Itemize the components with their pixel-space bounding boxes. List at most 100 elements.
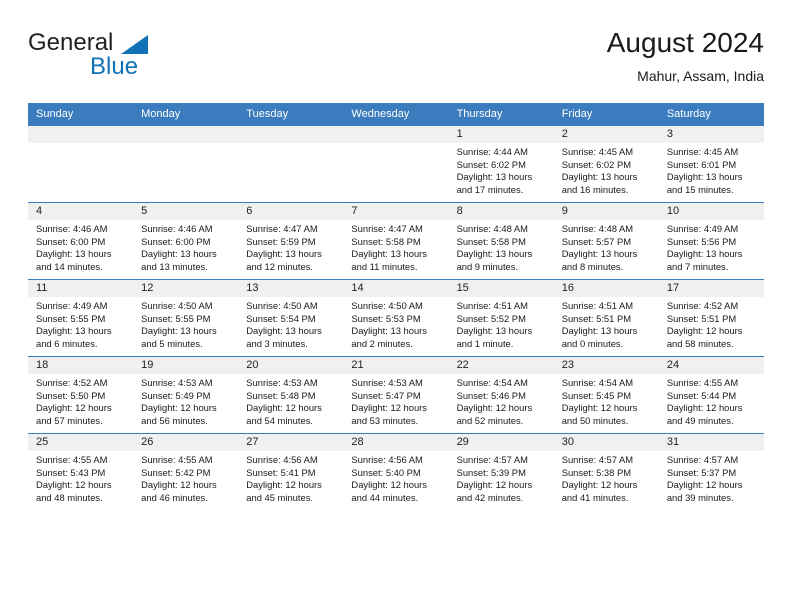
sunrise-text: Sunrise: 4:46 AM [36,223,108,234]
daylight-text-line1: Daylight: 13 hours [456,248,533,260]
calendar-day-cell[interactable]: 3 Sunrise: 4:45 AM Sunset: 6:01 PM Daylight… [658,126,764,202]
calendar-day-cell[interactable]: 12 Sunrise: 4:50 AM Sunset: 5:55 PM Dayligh… [133,280,239,356]
calendar-day-cell[interactable]: 31 Sunrise: 4:57 AM Sunset: 5:37 PM Dayligh… [658,434,764,510]
daylight-text-line1: Daylight: 12 hours [666,402,743,414]
day-sun-info: Sunrise: 4:52 AM Sunset: 5:51 PM Daylight:… [659,297,764,350]
calendar-day-cell[interactable]: 9 Sunrise: 4:48 AM Sunset: 5:57 PM Daylight… [553,203,659,279]
sunrise-text: Sunrise: 4:56 AM [246,454,318,465]
calendar-day-cell[interactable]: 27 Sunrise: 4:56 AM Sunset: 5:41 PM Dayligh… [238,434,344,510]
sunset-text: Sunset: 5:58 PM [456,235,526,247]
calendar-day-cell[interactable]: 22 Sunrise: 4:54 AM Sunset: 5:46 PM Dayligh… [448,357,554,433]
day-sun-info: Sunrise: 4:57 AM Sunset: 5:39 PM Daylight:… [449,451,554,504]
sunrise-text: Sunrise: 4:51 AM [561,300,634,311]
day-number: 20 [238,357,344,374]
sunrise-text: Sunrise: 4:57 AM [666,454,739,465]
day-number: 26 [133,434,239,451]
sunrise-text: Sunrise: 4:48 AM [561,223,634,234]
sunrise-text: Sunrise: 4:45 AM [561,146,634,157]
daylight-text-line2: and 14 minutes. [36,260,103,272]
sunset-text: Sunset: 5:45 PM [561,389,632,401]
daylight-text-line2: and 50 minutes. [561,414,629,426]
sunset-text: Sunset: 6:02 PM [456,158,526,170]
calendar-day-cell[interactable]: 20 Sunrise: 4:53 AM Sunset: 5:48 PM Dayligh… [238,357,344,433]
sunset-text: Sunset: 5:43 PM [36,466,106,478]
page-header: General Blue August 2024 Mahur, Assam, I… [28,26,764,98]
sunrise-text: Sunrise: 4:57 AM [456,454,528,465]
calendar-day-cell[interactable]: 10 Sunrise: 4:49 AM Sunset: 5:56 PM Dayligh… [658,203,764,279]
daylight-text-line1: Daylight: 13 hours [141,325,217,337]
calendar-day-cell-empty [343,126,449,202]
day-sun-info: Sunrise: 4:56 AM Sunset: 5:40 PM Daylight:… [343,451,448,504]
calendar-day-cell[interactable]: 5 Sunrise: 4:46 AM Sunset: 6:00 PM Daylight… [133,203,239,279]
brand-logo[interactable]: General Blue [28,30,188,82]
calendar-day-cell[interactable]: 14 Sunrise: 4:50 AM Sunset: 5:53 PM Dayligh… [343,280,449,356]
daylight-text-line2: and 52 minutes. [456,414,524,426]
calendar-day-cell[interactable]: 24 Sunrise: 4:55 AM Sunset: 5:44 PM Dayligh… [658,357,764,433]
day-sun-info: Sunrise: 4:49 AM Sunset: 5:55 PM Daylight:… [28,297,133,350]
calendar-day-cell[interactable]: 8 Sunrise: 4:48 AM Sunset: 5:58 PM Daylight… [448,203,554,279]
weekday-header-thursday: Thursday [448,103,554,126]
calendar-day-cell[interactable]: 29 Sunrise: 4:57 AM Sunset: 5:39 PM Dayligh… [448,434,554,510]
day-sun-info: Sunrise: 4:54 AM Sunset: 5:45 PM Daylight:… [554,374,659,427]
calendar-day-cell[interactable]: 26 Sunrise: 4:55 AM Sunset: 5:42 PM Dayligh… [133,434,239,510]
calendar-day-cell[interactable]: 21 Sunrise: 4:53 AM Sunset: 5:47 PM Dayligh… [343,357,449,433]
calendar-day-cell[interactable]: 18 Sunrise: 4:52 AM Sunset: 5:50 PM Dayligh… [28,357,134,433]
day-number: 14 [343,280,449,297]
calendar-day-cell[interactable]: 17 Sunrise: 4:52 AM Sunset: 5:51 PM Dayligh… [658,280,764,356]
sunrise-text: Sunrise: 4:47 AM [351,223,423,234]
day-number: 11 [28,280,134,297]
calendar-day-cell[interactable]: 25 Sunrise: 4:55 AM Sunset: 5:43 PM Dayligh… [28,434,134,510]
calendar-day-cell[interactable]: 16 Sunrise: 4:51 AM Sunset: 5:51 PM Dayligh… [553,280,659,356]
daylight-text-line1: Daylight: 12 hours [141,402,217,414]
daylight-text-line1: Daylight: 12 hours [666,479,743,491]
day-number: 16 [553,280,659,297]
calendar-day-cell[interactable]: 30 Sunrise: 4:57 AM Sunset: 5:38 PM Dayligh… [553,434,659,510]
daylight-text-line2: and 42 minutes. [456,491,524,503]
daylight-text-line1: Daylight: 12 hours [246,402,322,414]
day-number: 19 [133,357,239,374]
calendar-week-row: 18 Sunrise: 4:52 AM Sunset: 5:50 PM Dayligh… [28,356,764,434]
calendar-day-cell[interactable]: 2 Sunrise: 4:45 AM Sunset: 6:02 PM Daylight… [553,126,659,202]
day-number: 1 [448,126,554,143]
sunrise-text: Sunrise: 4:55 AM [36,454,108,465]
sunrise-text: Sunrise: 4:50 AM [246,300,318,311]
calendar-day-cell[interactable]: 28 Sunrise: 4:56 AM Sunset: 5:40 PM Dayligh… [343,434,449,510]
day-number [238,126,344,143]
daylight-text-line2: and 6 minutes. [36,337,98,349]
day-sun-info: Sunrise: 4:49 AM Sunset: 5:56 PM Daylight:… [659,220,764,273]
calendar-day-cell[interactable]: 23 Sunrise: 4:54 AM Sunset: 5:45 PM Dayligh… [553,357,659,433]
day-sun-info: Sunrise: 4:53 AM Sunset: 5:48 PM Daylight:… [238,374,343,427]
calendar-day-cell[interactable]: 15 Sunrise: 4:51 AM Sunset: 5:52 PM Dayligh… [448,280,554,356]
daylight-text-line1: Daylight: 13 hours [246,325,322,337]
calendar-day-cell[interactable]: 1 Sunrise: 4:44 AM Sunset: 6:02 PM Daylight… [448,126,554,202]
daylight-text-line2: and 13 minutes. [141,260,208,272]
daylight-text-line1: Daylight: 13 hours [561,248,638,260]
day-sun-info: Sunrise: 4:46 AM Sunset: 6:00 PM Daylight:… [28,220,133,273]
day-number: 22 [448,357,554,374]
calendar-day-cell[interactable]: 4 Sunrise: 4:46 AM Sunset: 6:00 PM Daylight… [28,203,134,279]
daylight-text-line2: and 8 minutes. [561,260,624,272]
sunset-text: Sunset: 5:38 PM [561,466,632,478]
page-subtitle: Mahur, Assam, India [637,68,764,84]
daylight-text-line1: Daylight: 13 hours [456,171,533,183]
calendar-day-cell[interactable]: 11 Sunrise: 4:49 AM Sunset: 5:55 PM Dayligh… [28,280,134,356]
sunrise-text: Sunrise: 4:52 AM [36,377,108,388]
sunset-text: Sunset: 5:55 PM [36,312,106,324]
daylight-text-line1: Daylight: 12 hours [246,479,322,491]
calendar-day-cell[interactable]: 19 Sunrise: 4:53 AM Sunset: 5:49 PM Dayligh… [133,357,239,433]
day-number: 13 [238,280,344,297]
day-number: 4 [28,203,134,220]
sunrise-text: Sunrise: 4:53 AM [246,377,318,388]
daylight-text-line1: Daylight: 13 hours [246,248,322,260]
daylight-text-line1: Daylight: 12 hours [561,479,638,491]
day-sun-info: Sunrise: 4:47 AM Sunset: 5:59 PM Daylight:… [238,220,343,273]
calendar-page: General Blue August 2024 Mahur, Assam, I… [0,0,792,612]
sunset-text: Sunset: 5:42 PM [141,466,211,478]
calendar-day-cell[interactable]: 6 Sunrise: 4:47 AM Sunset: 5:59 PM Daylight… [238,203,344,279]
sunrise-text: Sunrise: 4:44 AM [456,146,528,157]
sunset-text: Sunset: 5:53 PM [351,312,421,324]
calendar-day-cell[interactable]: 7 Sunrise: 4:47 AM Sunset: 5:58 PM Daylight… [343,203,449,279]
calendar-day-cell[interactable]: 13 Sunrise: 4:50 AM Sunset: 5:54 PM Dayligh… [238,280,344,356]
sunrise-text: Sunrise: 4:57 AM [561,454,634,465]
day-sun-info: Sunrise: 4:51 AM Sunset: 5:51 PM Daylight:… [554,297,659,350]
